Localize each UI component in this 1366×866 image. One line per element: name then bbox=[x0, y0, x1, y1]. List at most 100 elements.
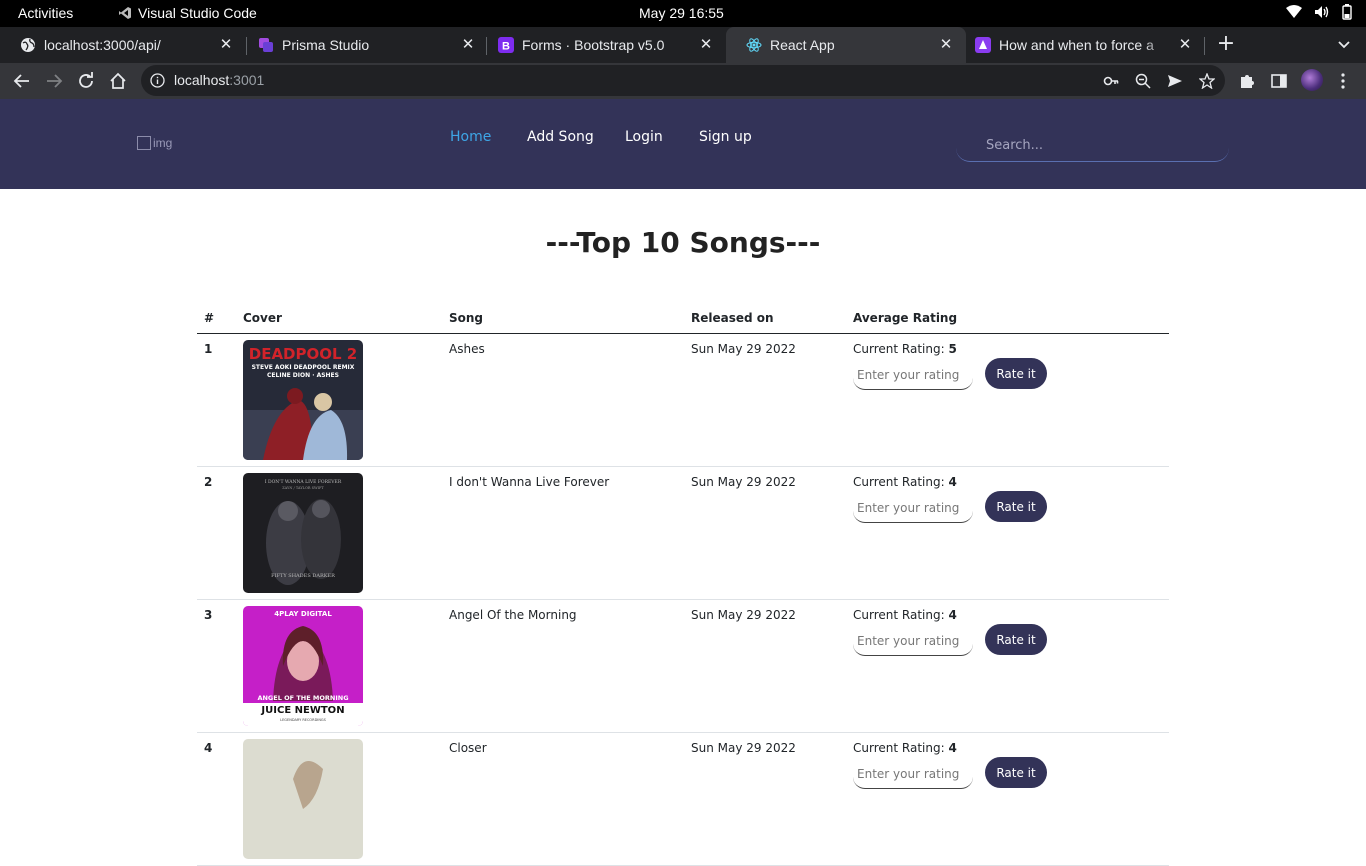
cover-artist-text: CELINE DION · ASHES bbox=[267, 372, 339, 379]
column-header-released: Released on bbox=[691, 311, 774, 325]
side-panel-icon bbox=[1271, 74, 1287, 88]
new-tab-button[interactable]: + bbox=[1216, 33, 1236, 55]
cover-film-text: FIFTY SHADES DARKER bbox=[271, 573, 335, 579]
system-tray[interactable] bbox=[1286, 4, 1352, 20]
forward-button[interactable] bbox=[42, 69, 66, 93]
chevron-down-icon bbox=[1338, 41, 1350, 49]
bookmark-star-icon[interactable] bbox=[1198, 72, 1216, 90]
tab-divider bbox=[1204, 37, 1205, 55]
current-rating: Current Rating: 5 bbox=[853, 342, 957, 356]
column-header-rating: Average Rating bbox=[853, 311, 958, 325]
rate-it-button[interactable]: Rate it bbox=[985, 358, 1047, 389]
cover-title-text: ANGEL OF THE MORNING bbox=[257, 694, 348, 702]
row-number: 1 bbox=[204, 342, 213, 356]
battery-icon bbox=[1342, 4, 1352, 20]
activities-button[interactable]: Activities bbox=[18, 5, 73, 21]
rating-value: 4 bbox=[948, 741, 957, 755]
current-rating: Current Rating: 4 bbox=[853, 475, 957, 489]
column-header-song: Song bbox=[449, 311, 484, 325]
nav-signup-link[interactable]: Sign up bbox=[699, 129, 752, 145]
close-tab-icon[interactable]: ✕ bbox=[1177, 37, 1193, 53]
nav-login-link[interactable]: Login bbox=[625, 129, 663, 145]
search-input[interactable] bbox=[956, 130, 1229, 162]
home-icon bbox=[110, 72, 126, 89]
browser-tab[interactable]: localhost:3000/api/ ✕ bbox=[0, 27, 246, 63]
release-date: Sun May 29 2022 bbox=[691, 475, 796, 489]
nav-add-song-link[interactable]: Add Song bbox=[527, 129, 594, 145]
tab-title: Forms · Bootstrap v5.0 bbox=[522, 37, 665, 53]
close-tab-icon[interactable]: ✕ bbox=[218, 37, 234, 53]
site-logo[interactable]: img bbox=[137, 136, 172, 150]
url-text: localhost:3001 bbox=[174, 72, 265, 88]
home-button[interactable] bbox=[106, 69, 130, 93]
wifi-icon bbox=[1286, 5, 1302, 18]
song-cover-image bbox=[243, 739, 363, 859]
song-title: Angel Of the Morning bbox=[449, 608, 577, 622]
react-icon bbox=[746, 37, 762, 53]
table-row: 4 Closer Sun May 29 2022 Current Rating:… bbox=[197, 733, 1169, 866]
close-tab-icon[interactable]: ✕ bbox=[938, 37, 954, 53]
rating-value: 4 bbox=[948, 608, 957, 622]
browser-tab[interactable]: B Forms · Bootstrap v5.0 ✕ bbox=[478, 27, 726, 63]
browser-tab[interactable]: How and when to force a ✕ bbox=[955, 27, 1205, 63]
tab-title: How and when to force a bbox=[999, 37, 1154, 53]
close-tab-icon[interactable]: ✕ bbox=[698, 37, 714, 53]
rating-value: 5 bbox=[948, 342, 957, 356]
nav-home-link[interactable]: Home bbox=[450, 129, 491, 145]
table-row: 3 4PLAY DIGITAL ANGEL OF THE MORNING JUI… bbox=[197, 600, 1169, 733]
cover-artist-text: JUICE NEWTON bbox=[260, 705, 344, 716]
column-header-number: # bbox=[204, 311, 215, 325]
song-title: I don't Wanna Live Forever bbox=[449, 475, 610, 489]
globe-icon bbox=[20, 37, 36, 53]
browser-tab[interactable]: Prisma Studio ✕ bbox=[238, 27, 488, 63]
send-icon[interactable] bbox=[1166, 72, 1184, 90]
rating-input[interactable] bbox=[853, 759, 973, 789]
reload-button[interactable] bbox=[74, 69, 98, 93]
rating-input[interactable] bbox=[853, 493, 973, 523]
column-header-cover: Cover bbox=[243, 311, 282, 325]
release-date: Sun May 29 2022 bbox=[691, 608, 796, 622]
broken-image-icon bbox=[137, 136, 151, 150]
profile-avatar[interactable] bbox=[1301, 69, 1323, 91]
back-button[interactable] bbox=[10, 69, 34, 93]
app-indicator[interactable]: Visual Studio Code bbox=[118, 5, 257, 21]
app-navbar: img Home Add Song Login Sign up bbox=[0, 99, 1366, 189]
zoom-out-icon[interactable] bbox=[1134, 72, 1152, 90]
system-top-bar: Activities Visual Studio Code May 29 16:… bbox=[0, 0, 1366, 27]
extensions-button[interactable] bbox=[1235, 69, 1259, 93]
browser-toolbar: localhost:3001 bbox=[0, 63, 1366, 99]
tab-title: localhost:3000/api/ bbox=[44, 37, 161, 53]
rating-input[interactable] bbox=[853, 626, 973, 656]
rate-it-button[interactable]: Rate it bbox=[985, 624, 1047, 655]
close-tab-icon[interactable]: ✕ bbox=[460, 37, 476, 53]
prisma-icon bbox=[258, 37, 274, 53]
browser-tab-active[interactable]: React App ✕ bbox=[726, 27, 966, 63]
app-name: Visual Studio Code bbox=[138, 5, 257, 21]
address-bar[interactable]: localhost:3001 bbox=[141, 65, 1225, 96]
cover-title-text: DEADPOOL 2 bbox=[249, 345, 357, 363]
row-number: 4 bbox=[204, 741, 213, 755]
songs-table: # Cover Song Released on Average Rating … bbox=[197, 305, 1169, 866]
rating-input[interactable] bbox=[853, 360, 973, 390]
key-icon[interactable] bbox=[1102, 72, 1120, 90]
table-row: 1 DEADPOOL 2 STEVE AOKI DEADPOOL REMIX C… bbox=[197, 334, 1169, 467]
svg-text:B: B bbox=[502, 41, 510, 53]
kebab-menu-icon bbox=[1341, 73, 1345, 89]
rate-it-button[interactable]: Rate it bbox=[985, 491, 1047, 522]
table-row: 2 I DON'T WANNA LIVE FOREVER ZAYN / TAYL… bbox=[197, 467, 1169, 600]
row-number: 3 bbox=[204, 608, 213, 622]
tab-search-button[interactable] bbox=[1336, 37, 1352, 53]
volume-icon bbox=[1315, 6, 1329, 18]
song-cover-image: DEADPOOL 2 STEVE AOKI DEADPOOL REMIX CEL… bbox=[243, 340, 363, 460]
bootstrap-icon: B bbox=[498, 37, 514, 53]
current-rating: Current Rating: 4 bbox=[853, 608, 957, 622]
clock[interactable]: May 29 16:55 bbox=[639, 5, 724, 21]
rate-it-button[interactable]: Rate it bbox=[985, 757, 1047, 788]
tab-title: React App bbox=[770, 37, 835, 53]
info-icon[interactable] bbox=[150, 73, 165, 92]
song-cover-image: I DON'T WANNA LIVE FOREVER ZAYN / TAYLOR… bbox=[243, 473, 363, 593]
menu-button[interactable] bbox=[1331, 69, 1355, 93]
side-panel-button[interactable] bbox=[1267, 69, 1291, 93]
row-number: 2 bbox=[204, 475, 213, 489]
tab-title: Prisma Studio bbox=[282, 37, 370, 53]
